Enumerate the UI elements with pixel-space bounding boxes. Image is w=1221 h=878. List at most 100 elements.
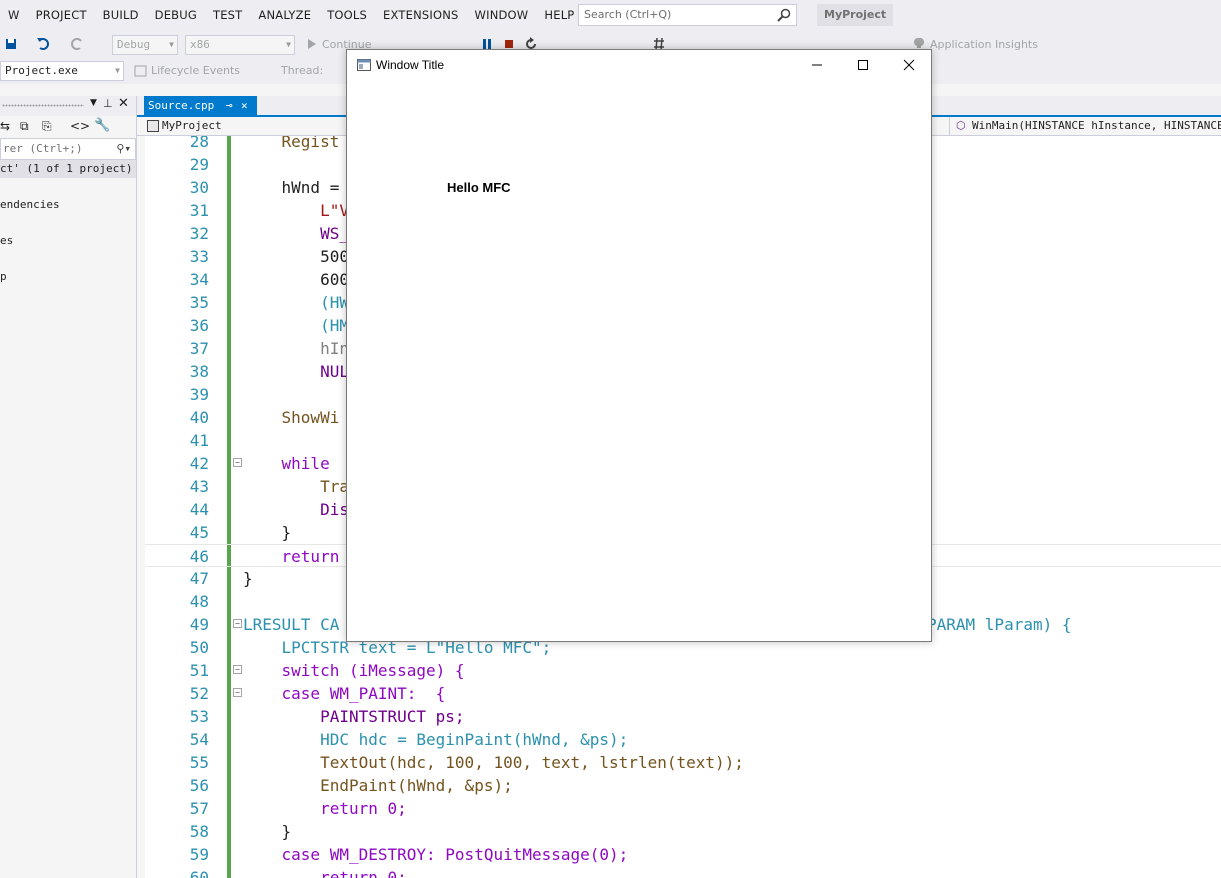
application-insights-button[interactable]: Application Insights	[930, 38, 1038, 51]
line-number: 46	[189, 547, 209, 566]
collapse-region-icon[interactable]: −	[233, 665, 242, 674]
lifecycle-events-button[interactable]: Lifecycle Events	[151, 64, 240, 77]
code-text: L"V	[243, 201, 349, 220]
menu-item-analyze[interactable]: ANALYZE	[250, 0, 319, 30]
code-line: 51 − switch (iMessage) {	[145, 659, 1221, 682]
code-text: NUL	[243, 362, 349, 381]
code-text: TextOut(hdc, 100, 100, text, lstrlen(tex…	[243, 753, 744, 772]
solution-platform-select[interactable]: x86 ▼	[185, 35, 295, 55]
tree-item-other[interactable]: p	[0, 268, 136, 286]
line-number: 44	[189, 500, 209, 519]
member-select[interactable]: ⬡ WinMain(HINSTANCE hInstance, HINSTANCE	[949, 117, 1221, 135]
project-icon	[147, 120, 159, 132]
quick-launch-search-input[interactable]: Search (Ctrl+Q)	[578, 4, 797, 26]
running-app-window[interactable]: Window Title Hello MFC	[346, 49, 932, 642]
code-text: }	[243, 523, 292, 542]
solution-configuration-select[interactable]: Debug ▼	[112, 35, 178, 55]
line-number: 31	[189, 201, 209, 220]
menu-item-help[interactable]: HELP	[536, 0, 582, 30]
window-app-icon	[357, 59, 371, 71]
sync-icon[interactable]: ⇆	[0, 119, 10, 133]
process-select[interactable]: Project.exe ▼	[0, 61, 124, 81]
panel-search-placeholder: rer (Ctrl+;)	[3, 142, 83, 155]
view-code-icon[interactable]: <>	[70, 119, 90, 133]
project-scope-select[interactable]: MyProject	[144, 117, 222, 135]
menu-item-extensions[interactable]: EXTENSIONS	[375, 0, 466, 30]
solution-explorer-search-input[interactable]: rer (Ctrl+;) ⚲▾	[0, 138, 136, 160]
collapse-region-icon[interactable]: −	[233, 688, 242, 697]
line-number: 53	[189, 707, 209, 726]
code-text: ShowWi	[243, 408, 340, 427]
collapse-region-icon[interactable]: −	[233, 458, 242, 467]
line-number: 36	[189, 316, 209, 335]
menu-item-debug[interactable]: DEBUG	[147, 0, 205, 30]
close-icon[interactable]: ✕	[118, 96, 129, 111]
tree-item-project[interactable]	[0, 178, 136, 196]
menu-item-build[interactable]: BUILD	[95, 0, 147, 30]
redo-icon[interactable]	[70, 37, 84, 51]
code-text: WS_	[243, 224, 349, 243]
close-button[interactable]	[886, 50, 932, 80]
menu-item-tools[interactable]: TOOLS	[319, 0, 375, 30]
line-number: 45	[189, 523, 209, 542]
window-title: Window Title	[376, 58, 445, 72]
code-text: case WM_PAINT: {	[243, 684, 446, 703]
search-icon: ⚲▾	[116, 142, 131, 155]
solution-explorer-panel: ▼ ⊥ ✕ ⇆ ⧉ ⎘ <> 🔧 rer (Ctrl+;) ⚲▾ ct' (1 …	[0, 96, 137, 878]
line-number: 29	[189, 155, 209, 174]
close-icon	[903, 59, 915, 71]
code-line: 55 TextOut(hdc, 100, 100, text, lstrlen(…	[145, 751, 1221, 774]
project-name-badge: MyProject	[817, 4, 894, 26]
tab-label: Source.cpp	[148, 99, 215, 112]
window-content-text: Hello MFC	[447, 180, 511, 195]
code-text: }	[243, 569, 253, 588]
continue-play-icon[interactable]	[305, 37, 319, 51]
configuration-value: Debug	[117, 38, 151, 51]
code-text: return 0;	[243, 868, 407, 878]
code-text: Tra	[243, 477, 349, 496]
line-number: 59	[189, 845, 209, 864]
code-text: hWnd =	[243, 178, 349, 197]
project-scope-label: MyProject	[162, 119, 222, 132]
tree-item-files[interactable]: es	[0, 232, 136, 250]
panel-menu-icon[interactable]: ▼	[90, 98, 97, 108]
tree-item-dependencies[interactable]: endencies	[0, 196, 136, 214]
method-icon: ⬡	[956, 119, 966, 132]
chevron-down-icon: ▼	[115, 66, 120, 75]
undo-icon[interactable]	[36, 37, 50, 51]
line-number: 57	[189, 799, 209, 818]
menu-item-window[interactable]: WINDOW	[467, 0, 537, 30]
properties-wrench-icon[interactable]: 🔧	[94, 118, 110, 133]
save-all-icon[interactable]	[4, 37, 18, 51]
show-all-files-icon[interactable]: ⎘	[42, 119, 52, 134]
line-number: 58	[189, 822, 209, 841]
member-label: WinMain(HINSTANCE hInstance, HINSTANCE	[972, 119, 1221, 132]
pin-icon[interactable]: ⊥	[103, 97, 113, 110]
search-icon	[777, 8, 791, 22]
line-number: 39	[189, 385, 209, 404]
process-value: Project.exe	[5, 64, 78, 77]
tree-item-solution[interactable]: ct' (1 of 1 project)	[0, 160, 136, 178]
panel-header: ▼ ⊥ ✕	[0, 96, 136, 116]
menu-item-window-partial[interactable]: W	[0, 0, 28, 30]
code-text: HDC hdc = BeginPaint(hWnd, &ps);	[243, 730, 629, 749]
collapse-all-icon[interactable]: ⧉	[20, 119, 29, 134]
code-text: hIn	[243, 339, 349, 358]
panel-toolbar: ⇆ ⧉ ⎘ <> 🔧	[0, 116, 136, 138]
code-line: 58 }	[145, 820, 1221, 843]
line-number: 35	[189, 293, 209, 312]
menu-item-project[interactable]: PROJECT	[28, 0, 95, 30]
collapse-region-icon[interactable]: −	[233, 619, 242, 628]
window-titlebar[interactable]: Window Title	[347, 50, 931, 80]
code-line: 56 EndPaint(hWnd, &ps);	[145, 774, 1221, 797]
minimize-button[interactable]	[794, 50, 840, 80]
pin-tab-icon[interactable]: ⊸	[226, 96, 233, 115]
close-tab-icon[interactable]: ✕	[241, 96, 248, 115]
menu-item-test[interactable]: TEST	[205, 0, 250, 30]
line-number: 54	[189, 730, 209, 749]
maximize-button[interactable]	[840, 50, 886, 80]
panel-drag-handle[interactable]	[2, 104, 84, 107]
line-number: 43	[189, 477, 209, 496]
tab-source-cpp[interactable]: Source.cpp ⊸ ✕	[144, 96, 257, 115]
code-line: 53 PAINTSTRUCT ps;	[145, 705, 1221, 728]
